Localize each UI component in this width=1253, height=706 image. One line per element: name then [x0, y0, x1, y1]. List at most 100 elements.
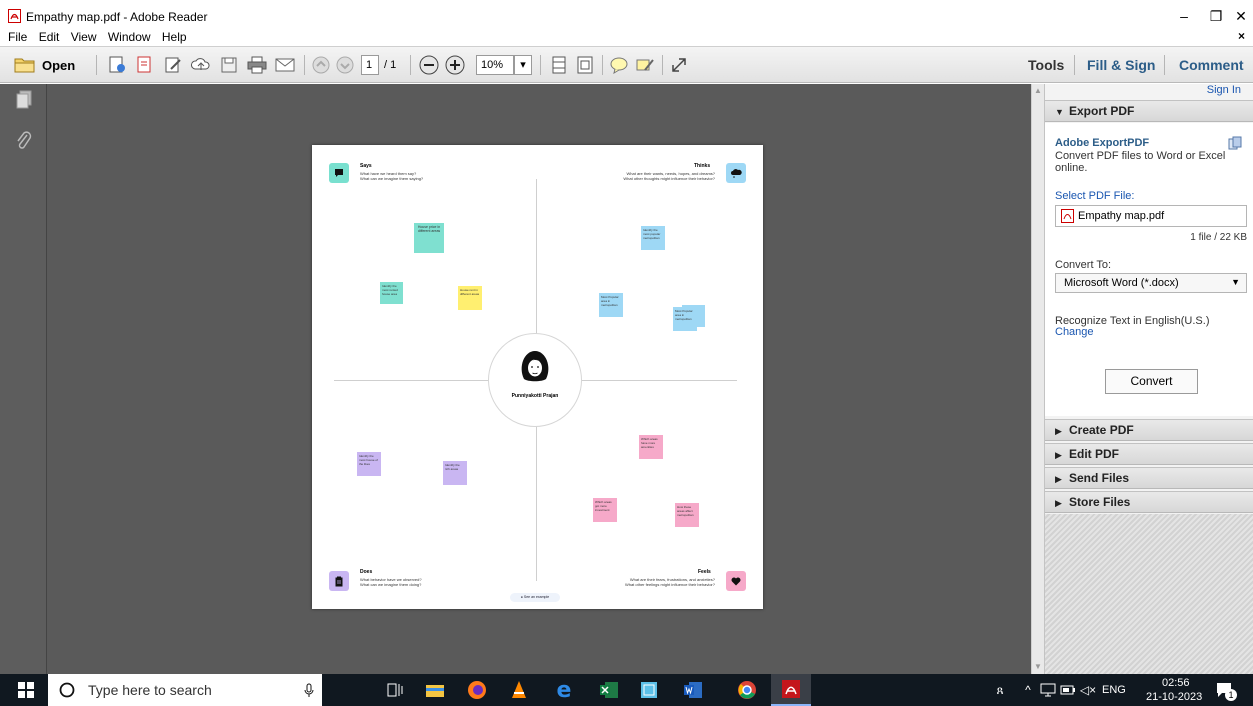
clock-time[interactable]: 02:56	[1162, 677, 1190, 689]
sign-in-link[interactable]: Sign In	[1207, 84, 1241, 96]
toolbar-separator	[1164, 55, 1165, 75]
adobe-reader-icon	[8, 9, 21, 23]
microphone-icon[interactable]	[304, 683, 314, 698]
convert-format-select[interactable]: Microsoft Word (*.docx) ▼	[1055, 273, 1247, 293]
save-icon[interactable]	[218, 55, 240, 75]
toolbar-separator	[304, 55, 305, 75]
convert-to-label: Convert To:	[1055, 259, 1112, 271]
clock-date[interactable]: 21-10-2023	[1146, 691, 1202, 703]
edit-pdf-label: Edit PDF	[1069, 447, 1119, 461]
dropdown-chevron-icon: ▼	[1231, 277, 1240, 287]
sticky-note: Identify the rich areas	[443, 461, 467, 485]
attachments-paperclip-icon[interactable]	[15, 130, 33, 155]
people-icon[interactable]: ጸ	[988, 679, 1012, 701]
pdf-file-icon	[1061, 209, 1074, 223]
toolbar-separator	[1074, 55, 1075, 75]
menu-help[interactable]: Help	[162, 30, 187, 44]
adobe-exportpdf-title: Adobe ExportPDF	[1055, 137, 1150, 149]
sticky-note-comment-icon[interactable]	[608, 55, 630, 75]
says-subtitle-2: What can we imagine them saying?	[360, 176, 424, 181]
store-files-label: Store Files	[1069, 495, 1131, 509]
window-title: Empathy map.pdf - Adobe Reader	[26, 10, 208, 24]
next-page-icon[interactable]	[334, 55, 356, 75]
highlight-text-icon[interactable]	[634, 55, 656, 75]
notification-count-badge: 1	[1225, 689, 1237, 701]
persona-avatar	[518, 349, 552, 385]
tab-fill-and-sign[interactable]: Fill & Sign	[1087, 57, 1155, 73]
cloud-upload-icon[interactable]	[190, 55, 212, 75]
expanded-triangle-icon: ▼	[1055, 107, 1064, 117]
chrome-icon[interactable]	[735, 679, 759, 701]
input-language[interactable]: ENG	[1102, 684, 1126, 696]
firefox-icon[interactable]	[465, 679, 489, 701]
store-files-section-header[interactable]: ▶ Store Files	[1045, 491, 1253, 513]
snipping-tool-icon[interactable]	[637, 679, 661, 701]
panel-filler	[1045, 514, 1253, 674]
sticky-note: Which areas got more investment	[593, 498, 617, 522]
excel-icon[interactable]	[597, 679, 621, 701]
close-button[interactable]: ✕	[1226, 6, 1253, 26]
see-example-button[interactable]: ● See an example	[510, 593, 560, 602]
vertical-scrollbar[interactable]: ▲ ▼	[1031, 84, 1044, 674]
windows-start-icon[interactable]	[14, 679, 38, 701]
edit-pdf-section-header[interactable]: ▶ Edit PDF	[1045, 443, 1253, 465]
fit-width-icon[interactable]	[574, 55, 596, 75]
selected-file-name: Empathy map.pdf	[1078, 210, 1165, 222]
zoom-dropdown-chevron-icon[interactable]: ▾	[514, 55, 532, 75]
export-info-icon[interactable]	[1228, 136, 1242, 153]
create-pdf-icon[interactable]	[106, 55, 128, 75]
export-pdf-section-header[interactable]: ▼ Export PDF	[1045, 100, 1253, 122]
fit-page-icon[interactable]	[548, 55, 570, 75]
page-total: / 1	[384, 59, 397, 71]
tab-comment[interactable]: Comment	[1179, 57, 1244, 73]
edge-icon[interactable]: e	[552, 678, 576, 703]
taskbar-active-adobe-reader[interactable]	[771, 674, 811, 706]
page-thumbnails-icon[interactable]	[15, 90, 33, 113]
send-files-section-header[interactable]: ▶ Send Files	[1045, 467, 1253, 489]
does-subtitle-2: What can we imagine them doing?	[360, 582, 422, 587]
create-pdf-section-header[interactable]: ▶ Create PDF	[1045, 419, 1253, 441]
windows-taskbar: Type here to search e ጸ ^ ◁× ENG 02:56 2…	[0, 674, 1253, 706]
volume-muted-icon[interactable]: ◁×	[1076, 679, 1100, 701]
toolbar: Open 1 / 1 10% ▾ Tools Fill & Sign Comme…	[0, 46, 1253, 83]
menu-window[interactable]: Window	[108, 30, 151, 44]
edit-pdf-icon[interactable]	[162, 55, 184, 75]
task-view-icon[interactable]	[384, 679, 408, 701]
full-screen-expand-icon[interactable]	[668, 55, 690, 75]
previous-page-icon[interactable]	[310, 55, 332, 75]
thinks-title: Thinks	[694, 163, 711, 169]
page-number-input[interactable]: 1	[361, 55, 379, 75]
send-files-label: Send Files	[1069, 471, 1130, 485]
selected-file-box[interactable]: Empathy map.pdf	[1055, 205, 1247, 227]
open-button[interactable]: Open	[42, 58, 75, 73]
persona-name: Punniyakotti Prajan	[511, 393, 559, 399]
zoom-in-icon[interactable]	[444, 55, 466, 75]
menu-edit[interactable]: Edit	[39, 30, 60, 44]
menu-view[interactable]: View	[71, 30, 97, 44]
scroll-up-arrow-icon[interactable]: ▲	[1034, 86, 1042, 95]
open-folder-icon[interactable]	[14, 55, 36, 75]
sticky-note: House price in different areas	[414, 223, 444, 253]
minimize-button[interactable]: –	[1169, 6, 1199, 26]
change-language-link[interactable]: Change	[1055, 326, 1094, 338]
zoom-out-icon[interactable]	[418, 55, 440, 75]
menu-file[interactable]: File	[8, 30, 27, 44]
collapsed-triangle-icon: ▶	[1055, 498, 1062, 508]
tab-tools[interactable]: Tools	[1028, 57, 1064, 73]
email-icon[interactable]	[274, 55, 296, 75]
word-icon[interactable]	[681, 679, 705, 701]
taskbar-search-box[interactable]: Type here to search	[48, 674, 322, 706]
combine-files-icon[interactable]	[134, 55, 156, 75]
toolbar-separator	[96, 55, 97, 75]
vlc-icon[interactable]	[507, 679, 531, 701]
sticky-note: Most Popular area in metropolitan	[599, 293, 623, 317]
zoom-level-input[interactable]: 10%	[476, 55, 514, 75]
close-document-button[interactable]: ×	[1238, 29, 1245, 43]
convert-button[interactable]: Convert	[1105, 369, 1198, 394]
print-icon[interactable]	[246, 55, 268, 75]
file-explorer-icon[interactable]	[423, 679, 447, 701]
says-quadrant-icon	[329, 163, 349, 183]
see-example-label: See an example	[523, 595, 550, 599]
sticky-note: Identify the most popular metropolitan	[641, 226, 665, 250]
scroll-down-arrow-icon[interactable]: ▼	[1034, 662, 1042, 671]
